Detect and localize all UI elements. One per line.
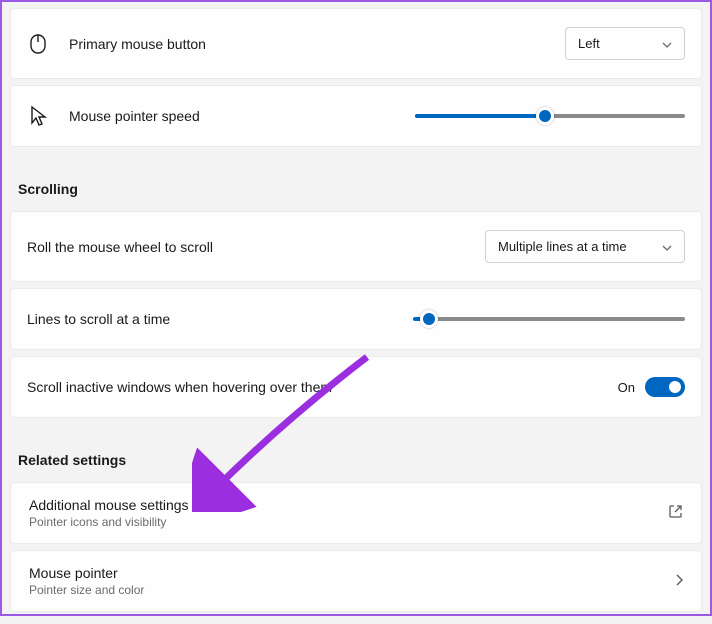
chevron-down-icon bbox=[662, 239, 672, 254]
setting-label: Scroll inactive windows when hovering ov… bbox=[27, 379, 618, 395]
toggle-state-text: On bbox=[618, 380, 635, 395]
link-subtitle: Pointer icons and visibility bbox=[29, 515, 668, 529]
scroll-inactive-toggle[interactable] bbox=[645, 377, 685, 397]
select-value: Multiple lines at a time bbox=[498, 239, 627, 254]
wheel-scroll-select[interactable]: Multiple lines at a time bbox=[485, 230, 685, 263]
setting-primary-mouse-button: Primary mouse button Left bbox=[10, 8, 702, 79]
slider-thumb[interactable] bbox=[420, 310, 438, 328]
link-title: Additional mouse settings bbox=[29, 497, 668, 513]
setting-label: Lines to scroll at a time bbox=[27, 311, 415, 327]
setting-wheel-scroll: Roll the mouse wheel to scroll Multiple … bbox=[10, 211, 702, 282]
slider-thumb[interactable] bbox=[536, 107, 554, 125]
mouse-icon bbox=[27, 33, 49, 55]
pointer-speed-slider[interactable] bbox=[415, 106, 685, 126]
setting-label: Roll the mouse wheel to scroll bbox=[27, 239, 485, 255]
toggle-knob bbox=[669, 381, 681, 393]
lines-scroll-slider[interactable] bbox=[415, 309, 685, 329]
link-title: Mouse pointer bbox=[29, 565, 675, 581]
link-mouse-pointer[interactable]: Mouse pointer Pointer size and color bbox=[10, 550, 702, 612]
link-additional-mouse-settings[interactable]: Additional mouse settings Pointer icons … bbox=[10, 482, 702, 544]
chevron-down-icon bbox=[662, 36, 672, 51]
setting-lines-to-scroll: Lines to scroll at a time bbox=[10, 288, 702, 350]
slider-track bbox=[415, 317, 685, 321]
slider-fill bbox=[415, 114, 545, 118]
setting-pointer-speed: Mouse pointer speed bbox=[10, 85, 702, 147]
setting-scroll-inactive: Scroll inactive windows when hovering ov… bbox=[10, 356, 702, 418]
chevron-right-icon bbox=[675, 573, 683, 589]
setting-label: Primary mouse button bbox=[69, 36, 565, 52]
cursor-icon bbox=[27, 105, 49, 127]
setting-label: Mouse pointer speed bbox=[69, 108, 415, 124]
select-value: Left bbox=[578, 36, 600, 51]
link-subtitle: Pointer size and color bbox=[29, 583, 675, 597]
section-related-title: Related settings bbox=[10, 424, 702, 482]
primary-button-select[interactable]: Left bbox=[565, 27, 685, 60]
section-scrolling-title: Scrolling bbox=[10, 153, 702, 211]
open-external-icon bbox=[668, 504, 683, 522]
